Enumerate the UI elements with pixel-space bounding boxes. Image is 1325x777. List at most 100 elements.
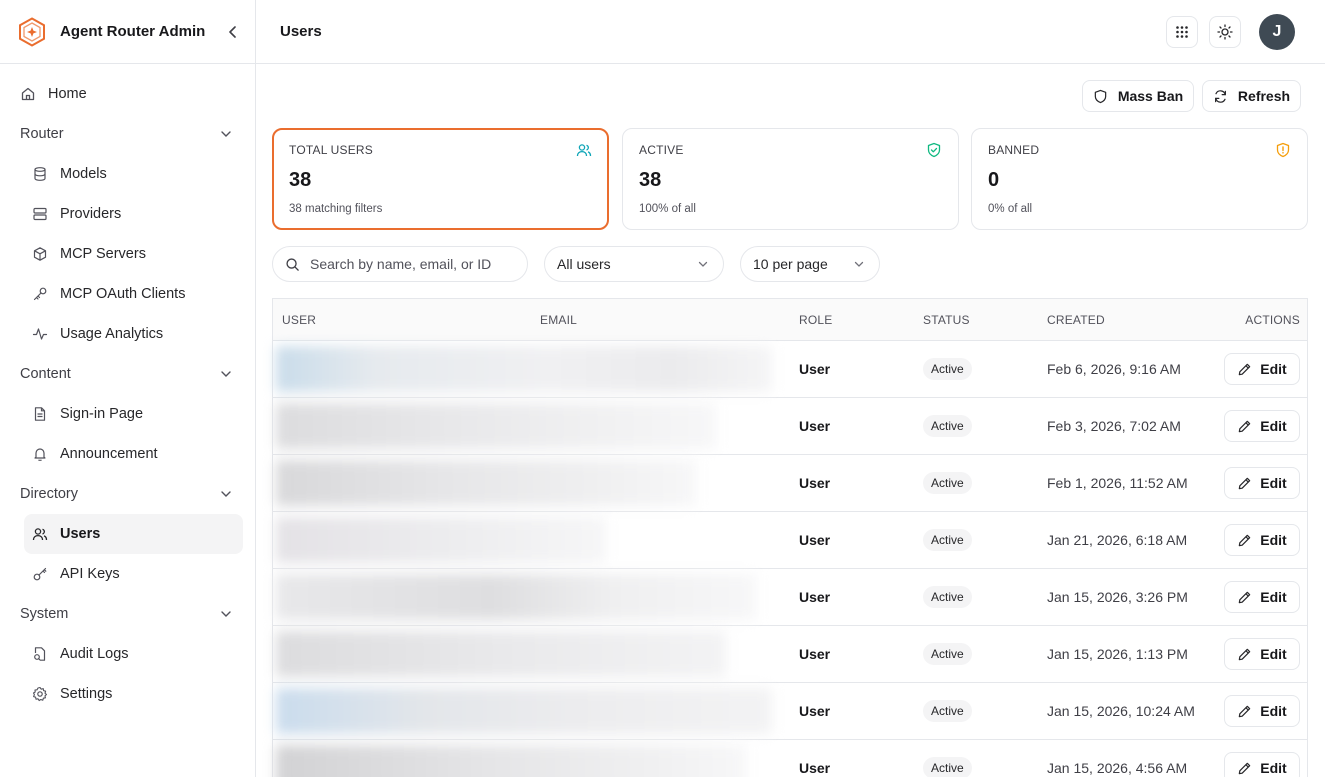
stat-card-active[interactable]: ACTIVE 38 100% of all — [622, 128, 959, 230]
database-icon — [32, 166, 48, 182]
status-badge: Active — [923, 700, 972, 722]
cell-role: User — [799, 475, 831, 491]
redacted-user-email — [276, 403, 716, 449]
sidebar-nav: Home Router Models Providers MCP Servers… — [0, 64, 255, 714]
status-filter-select[interactable]: All users — [544, 246, 724, 282]
sidebar-item-mcp-oauth-clients[interactable]: MCP OAuth Clients — [24, 274, 243, 314]
sidebar-group-content[interactable]: Content — [0, 354, 255, 394]
edit-button[interactable]: Edit — [1224, 353, 1300, 385]
pencil-icon — [1239, 591, 1251, 603]
users-icon — [32, 526, 48, 542]
apps-button[interactable] — [1166, 16, 1198, 48]
mass-ban-button[interactable]: Mass Ban — [1082, 80, 1194, 112]
sidebar-item-label: MCP Servers — [60, 246, 146, 262]
sidebar-group-label: System — [20, 606, 69, 622]
table-row: User Active Jan 15, 2026, 3:26 PM Edit — [273, 569, 1307, 626]
edit-label: Edit — [1260, 703, 1287, 719]
sidebar-group-directory[interactable]: Directory — [0, 474, 255, 514]
cell-role: User — [799, 760, 831, 776]
sidebar-item-home[interactable]: Home — [0, 74, 255, 114]
sidebar-item-settings[interactable]: Settings — [24, 674, 243, 714]
sidebar-item-users[interactable]: Users — [24, 514, 243, 554]
edit-label: Edit — [1260, 646, 1287, 662]
file-search-icon — [32, 646, 48, 662]
edit-button[interactable]: Edit — [1224, 467, 1300, 499]
user-avatar[interactable]: J — [1259, 14, 1295, 50]
stat-subtext: 38 matching filters — [289, 203, 383, 215]
sidebar-item-models[interactable]: Models — [24, 154, 243, 194]
sidebar-group-router[interactable]: Router — [0, 114, 255, 154]
stat-value: 38 — [639, 169, 662, 191]
sidebar-item-sign-in-page[interactable]: Sign-in Page — [24, 394, 243, 434]
column-header-created: CREATED — [1047, 313, 1105, 327]
users-icon — [576, 142, 592, 158]
edit-button[interactable]: Edit — [1224, 581, 1300, 613]
table-header: USER EMAIL ROLE STATUS CREATED ACTIONS — [273, 299, 1307, 341]
stat-card-total-users[interactable]: TOTAL USERS 38 38 matching filters — [272, 128, 609, 230]
cell-created: Feb 6, 2026, 9:16 AM — [1047, 361, 1181, 377]
file-text-icon — [32, 406, 48, 422]
sidebar-item-audit-logs[interactable]: Audit Logs — [24, 634, 243, 674]
chevron-down-icon — [219, 127, 233, 141]
sidebar-group-label: Content — [20, 366, 71, 382]
table-row: User Active Jan 21, 2026, 6:18 AM Edit — [273, 512, 1307, 569]
status-filter-value: All users — [557, 256, 611, 272]
sidebar-item-label: Models — [60, 166, 107, 182]
app-title: Agent Router Admin — [60, 23, 206, 40]
edit-label: Edit — [1260, 361, 1287, 377]
chevron-down-icon — [697, 258, 709, 270]
cell-role: User — [799, 589, 831, 605]
column-header-actions: ACTIONS — [1245, 313, 1300, 327]
edit-button[interactable]: Edit — [1224, 410, 1300, 442]
pencil-icon — [1239, 762, 1251, 774]
pencil-icon — [1239, 420, 1251, 432]
edit-label: Edit — [1260, 760, 1287, 776]
cell-created: Feb 3, 2026, 7:02 AM — [1047, 418, 1181, 434]
edit-button[interactable]: Edit — [1224, 695, 1300, 727]
sidebar-item-api-keys[interactable]: API Keys — [24, 554, 243, 594]
table-row: User Active Feb 3, 2026, 7:02 AM Edit — [273, 398, 1307, 455]
sidebar-group-system[interactable]: System — [0, 594, 255, 634]
key-icon — [32, 286, 48, 302]
cell-role: User — [799, 418, 831, 434]
table-row: User Active Jan 15, 2026, 10:24 AM Edit — [273, 683, 1307, 740]
sidebar-item-label: Settings — [60, 686, 113, 702]
bell-icon — [32, 446, 48, 462]
sidebar-item-usage-analytics[interactable]: Usage Analytics — [24, 314, 243, 354]
shield-check-icon — [926, 142, 942, 158]
sidebar: Agent Router Admin Home Router Models Pr… — [0, 0, 256, 777]
edit-label: Edit — [1260, 589, 1287, 605]
stat-subtext: 100% of all — [639, 203, 696, 215]
status-badge: Active — [923, 472, 972, 494]
chevron-down-icon — [219, 367, 233, 381]
edit-button[interactable]: Edit — [1224, 752, 1300, 777]
refresh-button[interactable]: Refresh — [1202, 80, 1301, 112]
edit-button[interactable]: Edit — [1224, 638, 1300, 670]
column-header-email: EMAIL — [540, 313, 578, 327]
cell-role: User — [799, 532, 831, 548]
sidebar-item-providers[interactable]: Providers — [24, 194, 243, 234]
stat-subtext: 0% of all — [988, 203, 1033, 215]
redacted-user-email — [276, 745, 746, 777]
stat-label: TOTAL USERS — [289, 143, 373, 157]
table-row: User Active Feb 1, 2026, 11:52 AM Edit — [273, 455, 1307, 512]
search-box[interactable] — [272, 246, 528, 282]
theme-toggle-button[interactable] — [1209, 16, 1241, 48]
sidebar-item-label: MCP OAuth Clients — [60, 286, 186, 302]
sidebar-item-mcp-servers[interactable]: MCP Servers — [24, 234, 243, 274]
collapse-sidebar-button[interactable] — [224, 22, 242, 42]
stat-card-banned[interactable]: BANNED 0 0% of all — [971, 128, 1308, 230]
status-badge: Active — [923, 586, 972, 608]
table-row: User Active Feb 6, 2026, 9:16 AM Edit — [273, 341, 1307, 398]
pencil-icon — [1239, 648, 1251, 660]
sidebar-item-announcement[interactable]: Announcement — [24, 434, 243, 474]
page-size-select[interactable]: 10 per page — [740, 246, 880, 282]
edit-label: Edit — [1260, 532, 1287, 548]
pencil-icon — [1239, 534, 1251, 546]
grid-icon — [1176, 26, 1188, 38]
refresh-icon — [1214, 89, 1226, 103]
status-badge: Active — [923, 643, 972, 665]
edit-button[interactable]: Edit — [1224, 524, 1300, 556]
search-input[interactable] — [310, 256, 510, 272]
cell-created: Jan 15, 2026, 4:56 AM — [1047, 760, 1188, 776]
